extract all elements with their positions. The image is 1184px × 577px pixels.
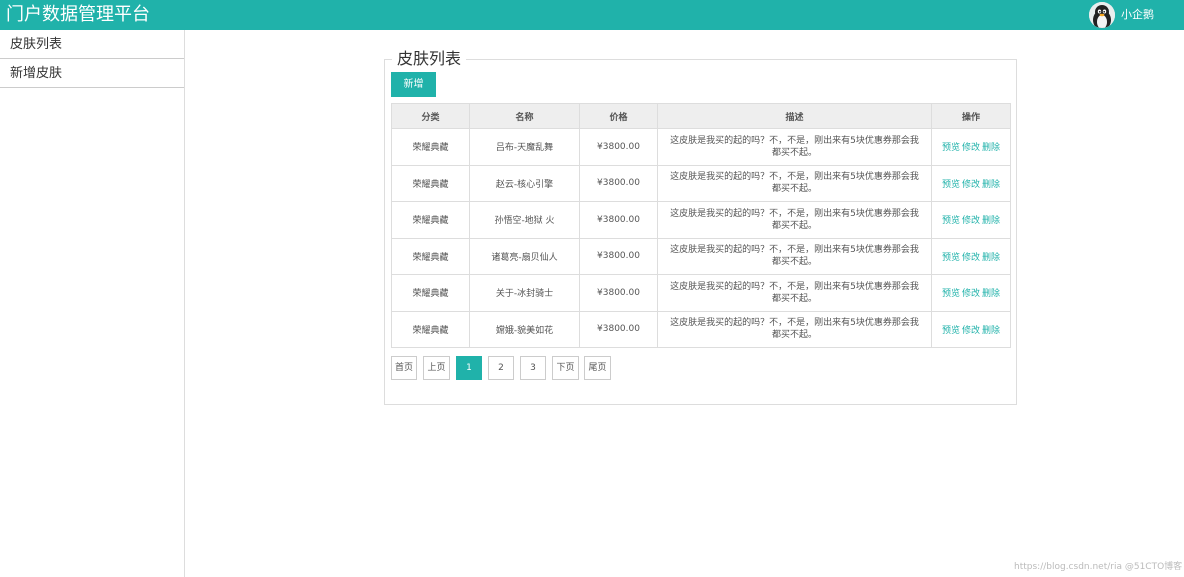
first-page-button[interactable]: 首页 (391, 356, 417, 380)
cell-price: ¥3800.00 (579, 274, 658, 312)
cell-description: 这皮肤是我买的起的吗？不，不是，刚出来有5块优惠券那会我都买不起。 (657, 164, 932, 202)
edit-link[interactable]: 修改 (962, 289, 980, 299)
preview-link[interactable]: 预览 (942, 180, 960, 190)
cell-actions: 预览 修改 删除 (931, 201, 1011, 239)
table-row: 荣耀典藏 赵云-核心引擎 ¥3800.00 这皮肤是我买的起的吗？不，不是，刚出来有5… (391, 164, 1011, 202)
delete-link[interactable]: 删除 (982, 180, 1000, 190)
page-1-button[interactable]: 1 (456, 356, 482, 380)
cell-description: 这皮肤是我买的起的吗？不，不是，刚出来有5块优惠券那会我都买不起。 (657, 237, 932, 275)
column-header-description: 描述 (657, 103, 932, 129)
edit-link[interactable]: 修改 (962, 216, 980, 226)
preview-link[interactable]: 预览 (942, 253, 960, 263)
cell-name: 嫦娥-貌美如花 (469, 310, 580, 348)
edit-link[interactable]: 修改 (962, 143, 980, 153)
edit-link[interactable]: 修改 (962, 253, 980, 263)
cell-price: ¥3800.00 (579, 310, 658, 348)
cell-price: ¥3800.00 (579, 201, 658, 239)
preview-link[interactable]: 预览 (942, 216, 960, 226)
cell-actions: 预览 修改 删除 (931, 274, 1011, 312)
cell-price: ¥3800.00 (579, 128, 658, 166)
cell-price: ¥3800.00 (579, 237, 658, 275)
cell-price: ¥3800.00 (579, 164, 658, 202)
next-page-button[interactable]: 下页 (552, 356, 579, 380)
prev-page-button[interactable]: 上页 (423, 356, 450, 380)
cell-description: 这皮肤是我买的起的吗？不，不是，刚出来有5块优惠券那会我都买不起。 (657, 274, 932, 312)
cell-description: 这皮肤是我买的起的吗？不，不是，刚出来有5块优惠券那会我都买不起。 (657, 310, 932, 348)
delete-link[interactable]: 删除 (982, 216, 1000, 226)
table-row: 荣耀典藏 关于-冰封骑士 ¥3800.00 这皮肤是我买的起的吗？不，不是，刚出来有5… (391, 274, 1011, 312)
cell-actions: 预览 修改 删除 (931, 164, 1011, 202)
page-3-button[interactable]: 3 (520, 356, 546, 380)
edit-link[interactable]: 修改 (962, 326, 980, 336)
cell-actions: 预览 修改 删除 (931, 128, 1011, 166)
cell-description: 这皮肤是我买的起的吗？不，不是，刚出来有5块优惠券那会我都买不起。 (657, 128, 932, 166)
sidebar-item-add-skin[interactable]: 新增皮肤 (0, 59, 184, 88)
cell-actions: 预览 修改 删除 (931, 310, 1011, 348)
table-row: 荣耀典藏 孙悟空-地狱 火 ¥3800.00 这皮肤是我买的起的吗？不，不是，刚出来有… (391, 201, 1011, 239)
page-2-button[interactable]: 2 (488, 356, 514, 380)
cell-category: 荣耀典藏 (391, 274, 470, 312)
user-avatar[interactable] (1089, 2, 1115, 28)
sidebar-item-skin-list[interactable]: 皮肤列表 (0, 30, 184, 59)
table-row: 荣耀典藏 吕布-天魔乱舞 ¥3800.00 这皮肤是我买的起的吗？不，不是，刚出来有5… (391, 128, 1011, 166)
cell-name: 赵云-核心引擎 (469, 164, 580, 202)
edit-link[interactable]: 修改 (962, 180, 980, 190)
sidebar: 皮肤列表 新增皮肤 (0, 30, 185, 577)
table-row: 荣耀典藏 诸葛亮-扇贝仙人 ¥3800.00 这皮肤是我买的起的吗？不，不是，刚出来有… (391, 237, 1011, 275)
column-header-actions: 操作 (931, 103, 1011, 129)
cell-description: 这皮肤是我买的起的吗？不，不是，刚出来有5块优惠券那会我都买不起。 (657, 201, 932, 239)
cell-category: 荣耀典藏 (391, 128, 470, 166)
panel-title: 皮肤列表 (392, 49, 467, 69)
skin-table: 分类 名称 价格 描述 操作 荣耀典藏 吕布-天魔乱舞 ¥3800.00 这皮肤是我买… (391, 103, 1011, 348)
cell-category: 荣耀典藏 (391, 310, 470, 348)
cell-name: 诸葛亮-扇贝仙人 (469, 237, 580, 275)
watermark: https://blog.csdn.net/ria @51CTO博客 (1014, 562, 1183, 572)
cell-name: 吕布-天魔乱舞 (469, 128, 580, 166)
top-navbar: 门户数据管理平台 小企鹅 (0, 0, 1184, 30)
last-page-button[interactable]: 尾页 (584, 356, 611, 380)
column-header-price: 价格 (579, 103, 658, 129)
delete-link[interactable]: 删除 (982, 289, 1000, 299)
delete-link[interactable]: 删除 (982, 253, 1000, 263)
cell-category: 荣耀典藏 (391, 237, 470, 275)
delete-link[interactable]: 删除 (982, 143, 1000, 153)
table-header-row: 分类 名称 价格 描述 操作 (391, 103, 1011, 129)
add-button[interactable]: 新增 (391, 72, 436, 97)
preview-link[interactable]: 预览 (942, 143, 960, 153)
cell-actions: 预览 修改 删除 (931, 237, 1011, 275)
cell-name: 关于-冰封骑士 (469, 274, 580, 312)
table-body: 荣耀典藏 吕布-天魔乱舞 ¥3800.00 这皮肤是我买的起的吗？不，不是，刚出来有5… (391, 128, 1011, 348)
preview-link[interactable]: 预览 (942, 289, 960, 299)
username[interactable]: 小企鹅 (1121, 8, 1154, 22)
column-header-category: 分类 (391, 103, 470, 129)
app-title: 门户数据管理平台 (6, 4, 150, 25)
table-row: 荣耀典藏 嫦娥-貌美如花 ¥3800.00 这皮肤是我买的起的吗？不，不是，刚出来有5… (391, 310, 1011, 348)
cell-name: 孙悟空-地狱 火 (469, 201, 580, 239)
cell-category: 荣耀典藏 (391, 164, 470, 202)
preview-link[interactable]: 预览 (942, 326, 960, 336)
cell-category: 荣耀典藏 (391, 201, 470, 239)
penguin-icon (1089, 2, 1115, 28)
column-header-name: 名称 (469, 103, 580, 129)
delete-link[interactable]: 删除 (982, 326, 1000, 336)
